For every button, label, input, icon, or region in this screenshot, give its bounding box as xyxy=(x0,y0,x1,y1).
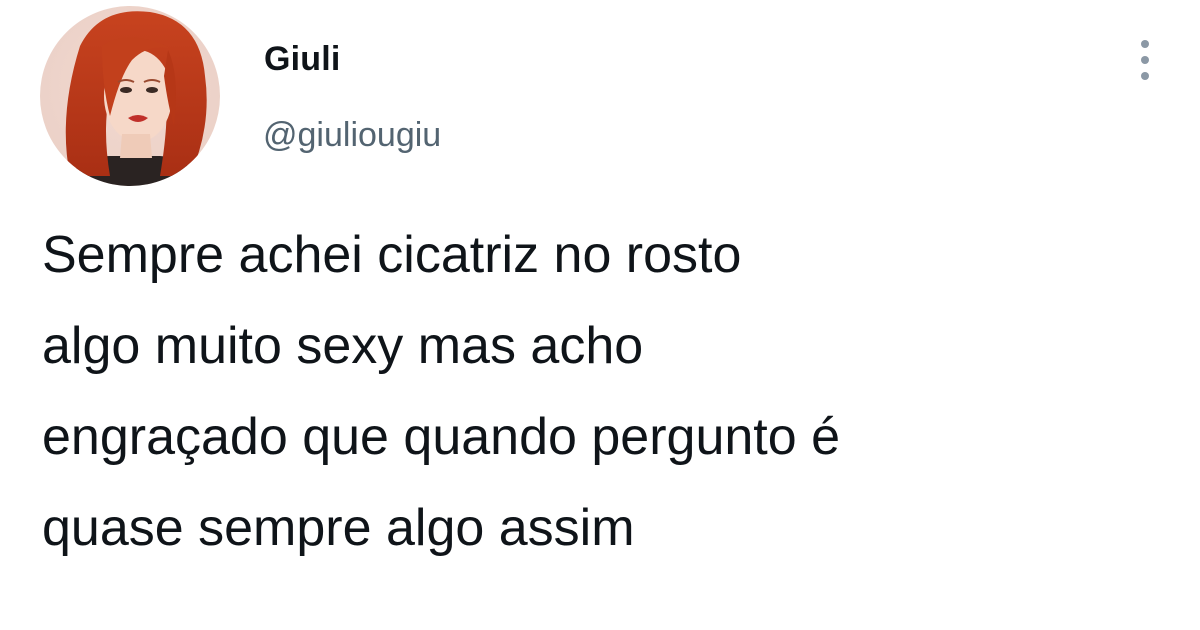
tweet-text-line: engraçado que quando pergunto é xyxy=(42,408,841,466)
more-options-button[interactable] xyxy=(1132,34,1158,86)
vertical-dots-icon xyxy=(1141,40,1149,80)
author-handle[interactable]: @giuliougiu xyxy=(263,116,441,155)
author-display-name[interactable]: Giuli xyxy=(264,40,341,79)
tweet-text-line: algo muito sexy mas acho xyxy=(42,317,644,375)
author-avatar[interactable] xyxy=(40,6,220,186)
tweet-card: Giuli @giuliougiu Sempre achei cicatriz … xyxy=(0,0,1200,630)
tweet-text: Sempre achei cicatriz no rosto algo muit… xyxy=(42,210,1192,574)
avatar-image xyxy=(40,6,220,186)
tweet-text-line: Sempre achei cicatriz no rosto xyxy=(42,226,742,284)
tweet-text-line: quase sempre algo assim xyxy=(42,499,635,557)
